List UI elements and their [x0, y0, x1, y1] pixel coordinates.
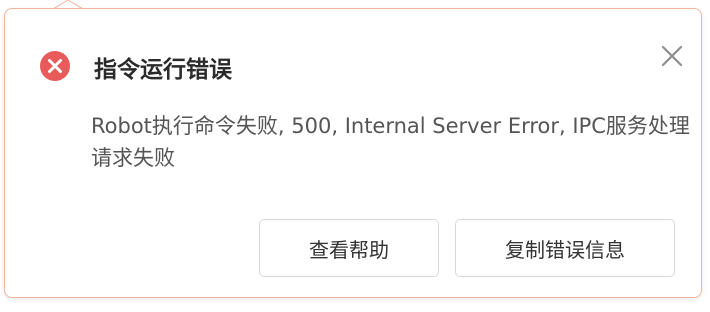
page: 指令运行错误 Robot执行命令失败, 500, Internal Server…: [0, 0, 710, 312]
copy-error-info-button[interactable]: 复制错误信息: [455, 219, 675, 277]
view-help-button[interactable]: 查看帮助: [259, 219, 439, 277]
dialog-title: 指令运行错误: [94, 57, 232, 83]
error-message: Robot执行命令失败, 500, Internal Server Error,…: [91, 114, 690, 170]
close-button[interactable]: [657, 41, 687, 71]
close-icon: [662, 46, 682, 66]
error-circle-icon: [39, 50, 71, 82]
error-dialog: 指令运行错误 Robot执行命令失败, 500, Internal Server…: [4, 8, 702, 298]
